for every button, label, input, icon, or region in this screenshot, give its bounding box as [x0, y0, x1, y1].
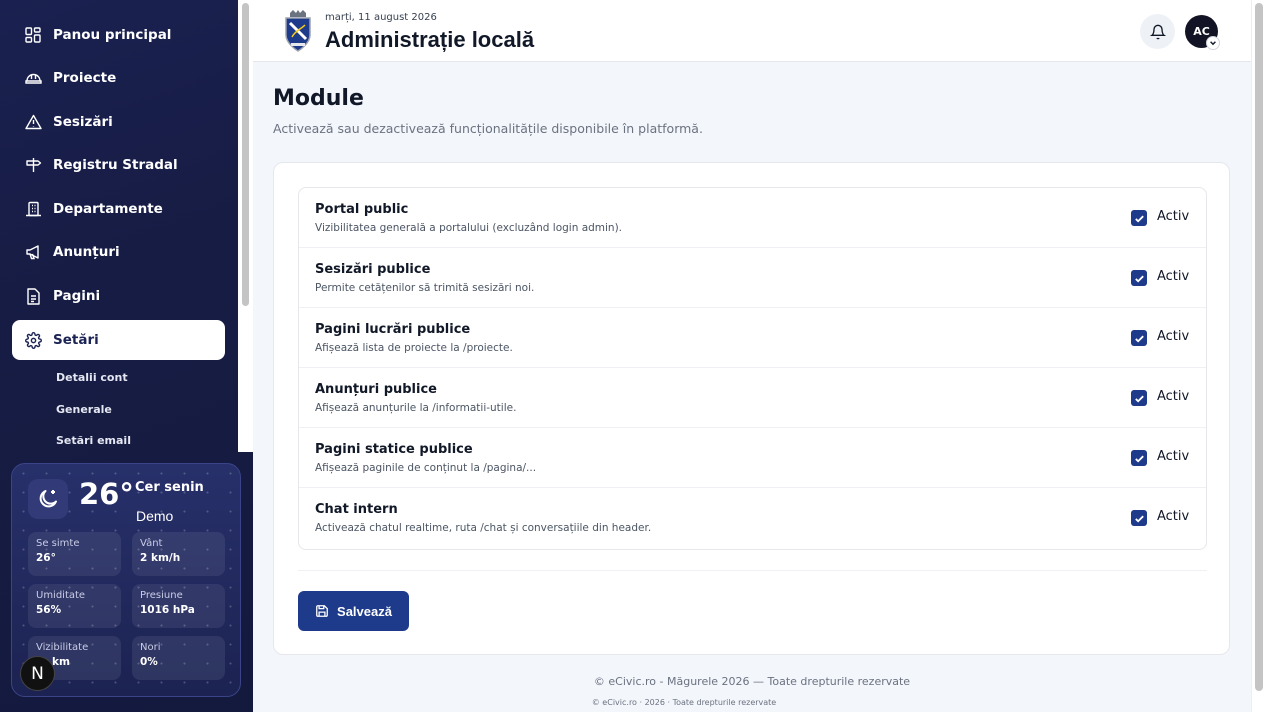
- sidebar-item-setari[interactable]: Setări: [12, 320, 225, 360]
- sidebar-item-anunturi[interactable]: Anunțuri: [12, 232, 225, 272]
- modules-list: Portal public Vizibilitatea generală a p…: [298, 187, 1207, 550]
- module-checkbox[interactable]: [1131, 270, 1147, 286]
- module-status[interactable]: Activ: [1157, 509, 1189, 524]
- check-icon: [1134, 335, 1144, 343]
- sidebar-item-label: Proiecte: [53, 70, 117, 86]
- module-checkbox[interactable]: [1131, 510, 1147, 526]
- divider: [298, 570, 1207, 571]
- module-status[interactable]: Activ: [1157, 329, 1189, 344]
- module-status[interactable]: Activ: [1157, 389, 1189, 404]
- bell-icon: [1149, 24, 1166, 39]
- check-icon: [1134, 395, 1144, 403]
- module-checkbox[interactable]: [1131, 330, 1147, 346]
- sidebar-subitem-detalii-cont[interactable]: Detalii cont: [56, 371, 128, 384]
- page-subtitle: Activează sau dezactivează funcționalită…: [273, 121, 703, 136]
- notifications-button[interactable]: [1140, 14, 1175, 49]
- sidebar-item-proiecte[interactable]: Proiecte: [12, 58, 225, 98]
- module-row-portal-public: Portal public Vizibilitatea generală a p…: [299, 188, 1206, 248]
- module-row-chat-intern: Chat intern Activează chatul realtime, r…: [315, 502, 1190, 534]
- dev-badge[interactable]: N: [20, 656, 55, 691]
- dashboard-icon: [24, 26, 42, 44]
- module-row-pagini-lucrari-publice: Pagini lucrări publice Afișează lista de…: [299, 308, 1206, 368]
- sidebar-nav: Panou principal Proiecte Sesizări Regist…: [0, 0, 238, 452]
- module-row-pagini-statice-publice: Pagini statice publice Afișează paginile…: [299, 428, 1206, 488]
- coat-of-arms-logo: [283, 9, 313, 53]
- sidebar-item-label: Pagini: [53, 288, 101, 304]
- weather-wind: Vânt 2 km/h: [132, 532, 225, 576]
- check-icon: [1134, 215, 1144, 223]
- sidebar: Panou principal Proiecte Sesizări Regist…: [0, 0, 253, 712]
- sidebar-item-panou-principal[interactable]: Panou principal: [12, 15, 225, 55]
- weather-clouds: Nori 0%: [132, 636, 225, 680]
- module-status[interactable]: Activ: [1157, 209, 1189, 224]
- save-button[interactable]: Salvează: [298, 591, 409, 631]
- footer-copyright: © eCivic.ro - Măgurele 2026 — Toate drep…: [593, 675, 911, 688]
- chevron-down-icon[interactable]: [1206, 36, 1220, 50]
- sidebar-item-departamente[interactable]: Departamente: [12, 189, 225, 229]
- check-icon: [1134, 275, 1144, 283]
- modules-card: Portal public Vizibilitatea generală a p…: [273, 162, 1230, 655]
- sidebar-subitem-setari-email[interactable]: Setări email: [56, 434, 131, 447]
- module-checkbox[interactable]: [1131, 390, 1147, 406]
- main-scrollbar-thumb[interactable]: [1255, 3, 1263, 691]
- check-icon: [1134, 515, 1144, 523]
- sidebar-item-sesizari[interactable]: Sesizări: [12, 102, 225, 142]
- weather-humidity: Umiditate 56%: [28, 584, 121, 628]
- helmet-icon: [24, 69, 42, 87]
- sidebar-scrollbar-thumb[interactable]: [242, 3, 249, 306]
- main-scrollbar[interactable]: [1251, 0, 1265, 712]
- building-icon: [24, 200, 42, 218]
- gear-icon: [24, 331, 42, 349]
- sidebar-item-label: Registru Stradal: [53, 157, 178, 173]
- module-checkbox[interactable]: [1131, 210, 1147, 226]
- sidebar-subitem-generale[interactable]: Generale: [56, 403, 112, 416]
- top-header: marți, 11 august 2026 Administrație loca…: [253, 0, 1251, 62]
- signpost-icon: [24, 156, 42, 174]
- module-checkbox[interactable]: [1131, 450, 1147, 466]
- weather-city: Demo: [136, 508, 174, 524]
- warning-icon: [24, 113, 42, 131]
- sidebar-item-pagini[interactable]: Pagini: [12, 276, 225, 316]
- weather-condition: Cer senin: [135, 480, 204, 495]
- module-status[interactable]: Activ: [1157, 269, 1189, 284]
- module-status[interactable]: Activ: [1157, 449, 1189, 464]
- module-row-sesizari-publice: Sesizări publice Permite cetățenilor să …: [299, 248, 1206, 308]
- save-button-label: Salvează: [337, 603, 392, 619]
- weather-feels-like: Se simte 26°: [28, 532, 121, 576]
- floppy-disk-icon: [315, 604, 329, 618]
- page-title: Module: [273, 86, 364, 111]
- weather-temperature: 26°: [79, 477, 134, 511]
- sidebar-item-label: Panou principal: [53, 27, 172, 43]
- sidebar-item-label: Setări: [53, 332, 99, 348]
- weather-pressure: Presiune 1016 hPa: [132, 584, 225, 628]
- header-date: marți, 11 august 2026: [325, 12, 437, 23]
- sidebar-item-label: Sesizări: [53, 114, 113, 130]
- sidebar-item-registru-stradal[interactable]: Registru Stradal: [12, 145, 225, 185]
- sidebar-item-label: Departamente: [53, 201, 163, 217]
- module-row-anunturi-publice: Anunțuri publice Afișează anunțurile la …: [299, 368, 1206, 428]
- sidebar-scrollbar[interactable]: [238, 0, 253, 452]
- sidebar-item-label: Anunțuri: [53, 244, 120, 260]
- check-icon: [1134, 455, 1144, 463]
- moon-icon: [28, 479, 68, 519]
- header-title: Administrație locală: [325, 27, 535, 52]
- megaphone-icon: [24, 243, 42, 261]
- footer-copyright-small: © eCivic.ro · 2026 · Toate drepturile re…: [591, 698, 777, 707]
- file-icon: [24, 287, 42, 305]
